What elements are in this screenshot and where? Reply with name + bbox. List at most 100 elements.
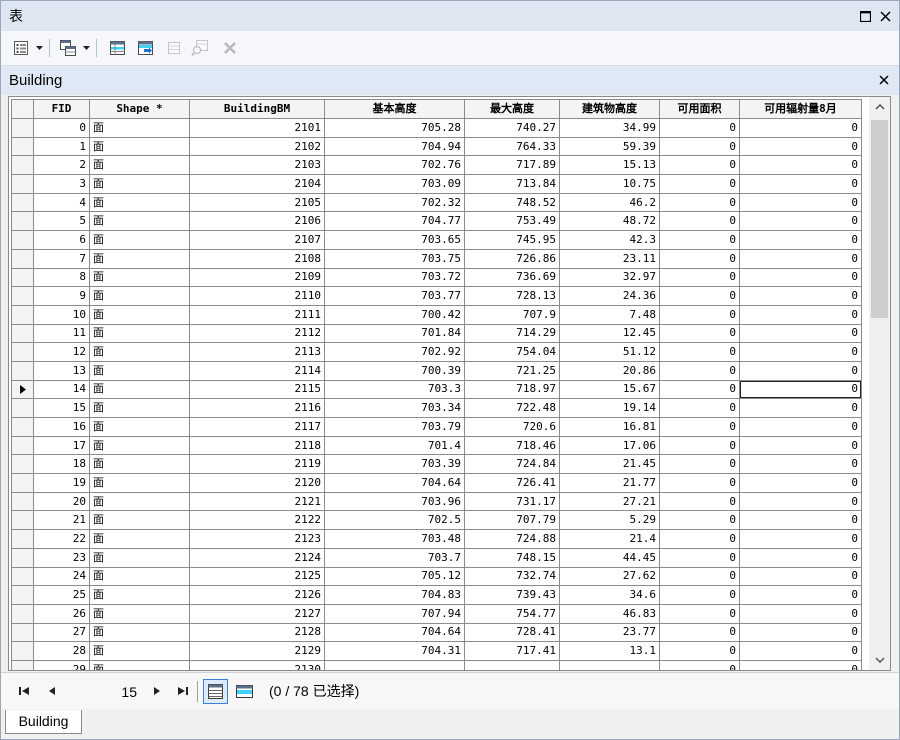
cell-fid[interactable]: 11 [33, 323, 90, 344]
cell-max-height[interactable]: 739.43 [464, 585, 560, 605]
cell-fid[interactable]: 18 [33, 454, 90, 475]
cell-base-height[interactable]: 703.65 [324, 230, 465, 250]
cell-building-bm[interactable]: 2108 [189, 248, 325, 269]
cell-shape[interactable]: 面 [89, 136, 190, 157]
cell-building-bm[interactable]: 2107 [189, 230, 325, 250]
cell-usable-area[interactable]: 0 [659, 641, 740, 661]
cell-building-height[interactable]: 23.11 [559, 248, 660, 269]
table-options-icon[interactable] [10, 37, 32, 59]
cell-usable-radiation-aug[interactable]: 0 [739, 398, 862, 418]
row-selector[interactable] [11, 417, 34, 437]
cell-base-height[interactable]: 700.39 [324, 360, 465, 381]
cell-usable-area[interactable]: 0 [659, 585, 740, 605]
cell-usable-radiation-aug[interactable]: 0 [739, 529, 862, 549]
cell-shape[interactable]: 面 [89, 566, 190, 587]
cell-max-height[interactable]: 753.49 [464, 211, 560, 232]
cell-fid[interactable]: 20 [33, 491, 90, 512]
cell-fid[interactable]: 3 [33, 174, 90, 194]
row-selector[interactable] [11, 529, 34, 549]
cell-base-height[interactable]: 703.96 [324, 491, 465, 512]
column-header-shape[interactable]: Shape * [89, 99, 190, 119]
cell-shape[interactable]: 面 [89, 641, 190, 661]
cell-fid[interactable]: 4 [33, 192, 90, 213]
table-row[interactable]: 23 面 2124 703.7 748.15 44.45 0 0 [11, 547, 862, 568]
cell-shape[interactable]: 面 [89, 118, 190, 138]
cell-building-bm[interactable]: 2104 [189, 174, 325, 194]
table-row[interactable]: 24 面 2125 705.12 732.74 27.62 0 0 [11, 566, 862, 587]
cell-shape[interactable]: 面 [89, 323, 190, 344]
cell-usable-area[interactable]: 0 [659, 211, 740, 232]
cell-shape[interactable]: 面 [89, 659, 190, 670]
cell-building-height[interactable]: 17.06 [559, 435, 660, 456]
cell-base-height[interactable]: 703.79 [324, 417, 465, 437]
cell-usable-radiation-aug[interactable]: 0 [739, 659, 862, 670]
cell-building-bm[interactable]: 2110 [189, 286, 325, 306]
cell-base-height[interactable]: 707.94 [324, 603, 465, 624]
table-row[interactable]: 11 面 2112 701.84 714.29 12.45 0 0 [11, 323, 862, 344]
cell-shape[interactable]: 面 [89, 585, 190, 605]
cell-building-height[interactable]: 48.72 [559, 211, 660, 232]
zoom-to-selected-icon[interactable] [189, 37, 211, 59]
cell-usable-area[interactable]: 0 [659, 230, 740, 250]
row-selector[interactable] [11, 566, 34, 587]
cell-usable-radiation-aug[interactable]: 0 [739, 211, 862, 232]
cell-base-height[interactable]: 703.77 [324, 286, 465, 306]
cell-usable-area[interactable]: 0 [659, 267, 740, 288]
cell-base-height[interactable]: 704.31 [324, 641, 465, 661]
cell-max-height[interactable]: 720.6 [464, 417, 560, 437]
cell-shape[interactable]: 面 [89, 211, 190, 232]
table-row[interactable]: 14 面 2115 703.3 718.97 15.67 0 0 [11, 379, 862, 400]
scrollbar-thumb[interactable] [871, 120, 888, 318]
cell-building-bm[interactable]: 2117 [189, 417, 325, 437]
cell-usable-area[interactable]: 0 [659, 473, 740, 493]
cell-max-height[interactable]: 721.25 [464, 360, 560, 381]
cell-shape[interactable]: 面 [89, 230, 190, 250]
cell-usable-radiation-aug[interactable]: 0 [739, 248, 862, 269]
cell-usable-area[interactable]: 0 [659, 323, 740, 344]
table-options-dropdown-icon[interactable] [34, 37, 44, 59]
cell-shape[interactable]: 面 [89, 360, 190, 381]
cell-base-height[interactable]: 703.09 [324, 174, 465, 194]
cell-base-height[interactable] [324, 659, 465, 670]
cell-max-height[interactable]: 754.04 [464, 342, 560, 362]
cell-shape[interactable]: 面 [89, 286, 190, 306]
vertical-scrollbar[interactable] [869, 97, 890, 670]
cell-building-height[interactable]: 46.83 [559, 603, 660, 624]
cell-building-height[interactable]: 7.48 [559, 304, 660, 325]
cell-building-height[interactable] [559, 659, 660, 670]
row-selector[interactable] [11, 230, 34, 250]
cell-fid[interactable]: 17 [33, 435, 90, 456]
cell-max-height[interactable]: 736.69 [464, 267, 560, 288]
cell-building-bm[interactable]: 2102 [189, 136, 325, 157]
cell-shape[interactable]: 面 [89, 342, 190, 362]
row-selector[interactable] [11, 435, 34, 456]
cell-base-height[interactable]: 702.76 [324, 155, 465, 176]
related-tables-dropdown-icon[interactable] [81, 37, 91, 59]
next-record-icon[interactable] [148, 682, 166, 700]
cell-building-bm[interactable]: 2111 [189, 304, 325, 325]
cell-max-height[interactable]: 748.52 [464, 192, 560, 213]
cell-building-bm[interactable]: 2118 [189, 435, 325, 456]
table-row[interactable]: 26 面 2127 707.94 754.77 46.83 0 0 [11, 603, 862, 624]
cell-fid[interactable]: 16 [33, 417, 90, 437]
cell-usable-radiation-aug[interactable]: 0 [739, 585, 862, 605]
row-selector[interactable] [11, 585, 34, 605]
show-selected-records-icon[interactable] [232, 679, 257, 704]
cell-building-height[interactable]: 32.97 [559, 267, 660, 288]
cell-usable-radiation-aug[interactable]: 0 [739, 323, 862, 344]
cell-max-height[interactable]: 718.97 [464, 379, 560, 400]
cell-building-bm[interactable]: 2126 [189, 585, 325, 605]
cell-fid[interactable]: 19 [33, 473, 90, 493]
row-selector[interactable] [11, 323, 34, 344]
cell-usable-area[interactable]: 0 [659, 379, 740, 400]
cell-base-height[interactable]: 703.72 [324, 267, 465, 288]
cell-building-bm[interactable]: 2119 [189, 454, 325, 475]
table-row[interactable]: 15 面 2116 703.34 722.48 19.14 0 0 [11, 398, 862, 418]
cell-base-height[interactable]: 702.5 [324, 510, 465, 531]
cell-usable-radiation-aug[interactable]: 0 [739, 473, 862, 493]
row-selector[interactable] [11, 248, 34, 269]
cell-shape[interactable]: 面 [89, 417, 190, 437]
cell-building-height[interactable]: 15.13 [559, 155, 660, 176]
cell-max-height[interactable] [464, 659, 560, 670]
cell-fid[interactable]: 9 [33, 286, 90, 306]
